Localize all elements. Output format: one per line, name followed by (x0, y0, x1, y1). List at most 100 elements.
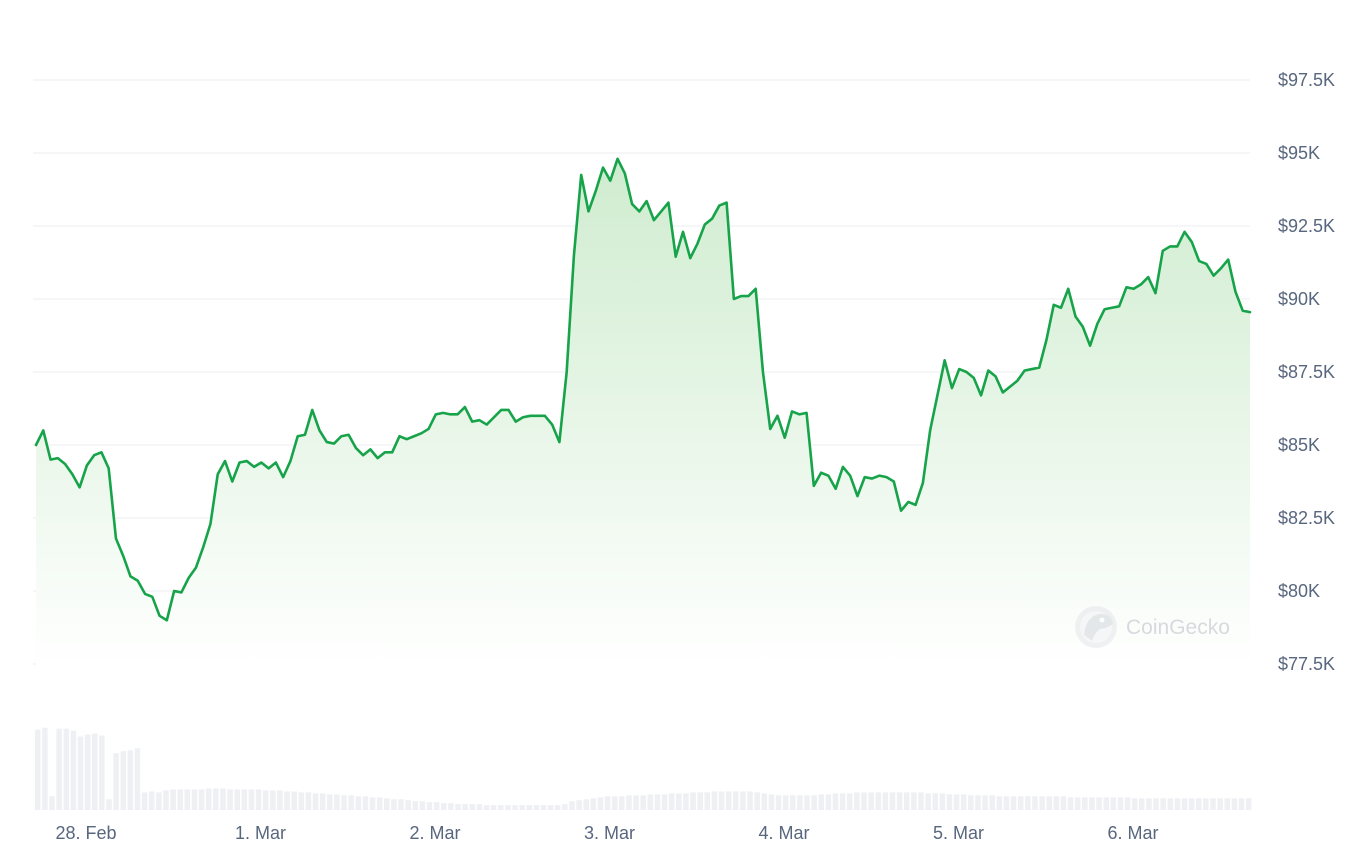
volume-bar (790, 795, 796, 810)
volume-bar (327, 794, 333, 810)
volume-bar (654, 794, 661, 810)
volume-bar (554, 805, 561, 810)
volume-bar (1181, 798, 1188, 810)
x-tick-label: 3. Mar (584, 823, 635, 843)
volume-bar (1203, 798, 1209, 810)
volume-bar (469, 804, 476, 810)
volume-bar (875, 792, 882, 810)
volume-bar (946, 794, 953, 810)
volume-bar (462, 804, 468, 810)
volume-bar (177, 789, 183, 810)
chart-canvas[interactable]: $97.5K $95K $92.5K $90K $87.5K $85K $82.5K $80K… (0, 0, 1359, 856)
x-tick-label: 5. Mar (933, 823, 984, 843)
volume-bar (99, 735, 105, 810)
volume-bar (120, 751, 126, 810)
volume-bar (668, 793, 675, 810)
volume-bar (163, 790, 169, 810)
volume-bar (319, 793, 326, 810)
volume-bar (241, 789, 248, 810)
y-tick-label: $82.5K (1278, 508, 1335, 528)
volume-bar (77, 736, 84, 810)
volume-bar (148, 791, 155, 810)
volume-bar (818, 794, 825, 810)
volume-bar (419, 801, 426, 810)
volume-bar (1032, 796, 1038, 810)
volume-bar (1110, 797, 1117, 810)
y-tick-label: $90K (1278, 289, 1320, 309)
watermark-label: CoinGecko (1126, 616, 1230, 639)
volume-bar (248, 789, 255, 810)
volume-bar (925, 793, 931, 810)
volume-bar (1067, 797, 1074, 810)
volume-bar (633, 795, 639, 810)
volume-bar (42, 727, 48, 810)
x-tick-label: 6. Mar (1107, 823, 1158, 843)
volume-bar (156, 792, 162, 810)
volume-bar (113, 753, 119, 810)
volume-bar (939, 793, 946, 810)
volume-bar (733, 791, 739, 810)
volume-bar (1245, 798, 1252, 810)
volume-bar (889, 792, 896, 810)
price-area-fill (36, 158, 1250, 668)
volume-bar (277, 790, 283, 810)
volume-bar (198, 789, 205, 810)
volume-bar (782, 795, 789, 810)
volume-bar (1146, 798, 1152, 810)
volume-bar (576, 800, 582, 810)
y-tick-label: $80K (1278, 581, 1320, 601)
volume-bar (298, 792, 305, 810)
volume-bar (768, 794, 775, 810)
price-area (36, 158, 1250, 668)
volume-bar (1017, 796, 1024, 810)
volume-bar (369, 797, 376, 810)
volume-bar (384, 798, 390, 810)
volume-bar (547, 805, 554, 810)
x-tick-label: 1. Mar (235, 823, 286, 843)
volume-bar (63, 728, 70, 810)
volume-bar (932, 793, 938, 810)
volume-bar (91, 733, 98, 810)
volume-bar (903, 792, 910, 810)
volume-bar (911, 792, 917, 810)
volume-bar (35, 729, 41, 810)
volume-bar (284, 791, 290, 810)
volume-bar (519, 805, 525, 810)
volume-bar (847, 793, 853, 810)
volume-bar (804, 795, 810, 810)
volume-bar (861, 792, 867, 810)
volume-bar (490, 805, 497, 810)
volume-bar (483, 805, 490, 810)
volume-bar (205, 788, 212, 810)
volume-bars (35, 727, 1252, 810)
volume-bar (512, 805, 518, 810)
y-tick-label: $85K (1278, 435, 1320, 455)
volume-bar (362, 796, 369, 810)
volume-bar (825, 794, 832, 810)
volume-bar (882, 792, 889, 810)
volume-bar (412, 801, 419, 810)
y-tick-label: $92.5K (1278, 216, 1335, 236)
volume-bar (134, 748, 141, 810)
volume-bar (262, 790, 269, 810)
volume-bar (1139, 798, 1145, 810)
volume-bar (234, 789, 240, 810)
volume-bar (868, 792, 874, 810)
volume-bar (476, 804, 483, 810)
x-tick-label: 2. Mar (409, 823, 460, 843)
volume-bar (441, 803, 447, 810)
volume-bar (1010, 796, 1017, 810)
volume-bar (1124, 797, 1131, 810)
volume-bar (448, 803, 454, 810)
volume-bar (996, 796, 1003, 810)
volume-bar (1089, 797, 1095, 810)
volume-bar (141, 792, 148, 810)
volume-bar (569, 801, 575, 810)
price-chart[interactable]: $97.5K $95K $92.5K $90K $87.5K $85K $82.5K $80K… (0, 0, 1359, 856)
volume-bar (1210, 798, 1216, 810)
volume-bar (918, 792, 924, 810)
volume-bar (270, 790, 276, 810)
x-axis-labels: 28. Feb 1. Mar 2. Mar 3. Mar 4. Mar 5. Mar 6. … (55, 823, 1158, 843)
volume-bar (1196, 798, 1202, 810)
volume-bar (391, 799, 397, 810)
